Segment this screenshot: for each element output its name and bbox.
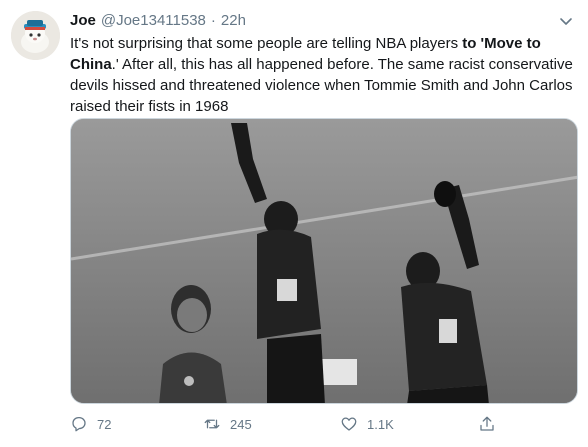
- retweet-icon: [204, 419, 220, 429]
- tweet[interactable]: Joe @Joe13411538 · 22h It's not surprisi…: [0, 0, 588, 447]
- reply-count: 72: [97, 416, 112, 432]
- avatar[interactable]: [11, 11, 60, 60]
- retweet-button[interactable]: 245: [203, 412, 252, 436]
- reply-icon: [72, 416, 86, 432]
- author-handle[interactable]: @Joe13411538: [101, 11, 206, 31]
- tweet-text-segment-1: It's not surprising that some people are…: [70, 35, 463, 52]
- separator-dot: ·: [210, 12, 216, 29]
- share-icon: [480, 416, 494, 431]
- tweet-text: It's not surprising that some people are…: [70, 33, 578, 117]
- retweet-count: 245: [230, 416, 252, 432]
- share-button[interactable]: [478, 412, 505, 436]
- reply-button[interactable]: 72: [70, 412, 111, 436]
- author-name[interactable]: Joe: [70, 11, 96, 31]
- chevron-down-icon[interactable]: [558, 13, 574, 29]
- timestamp[interactable]: 22h: [221, 11, 246, 31]
- tweet-text-segment-2: .' After all, this has all happened befo…: [70, 56, 573, 115]
- tweet-actions: 72 245 1.1K: [70, 412, 578, 436]
- tweet-header: Joe @Joe13411538 · 22h: [70, 11, 574, 31]
- like-count: 1.1K: [367, 416, 394, 432]
- photo-illustration: [71, 119, 577, 403]
- like-button[interactable]: 1.1K: [340, 412, 394, 436]
- heart-icon: [341, 417, 357, 431]
- tweet-photo[interactable]: [70, 118, 578, 404]
